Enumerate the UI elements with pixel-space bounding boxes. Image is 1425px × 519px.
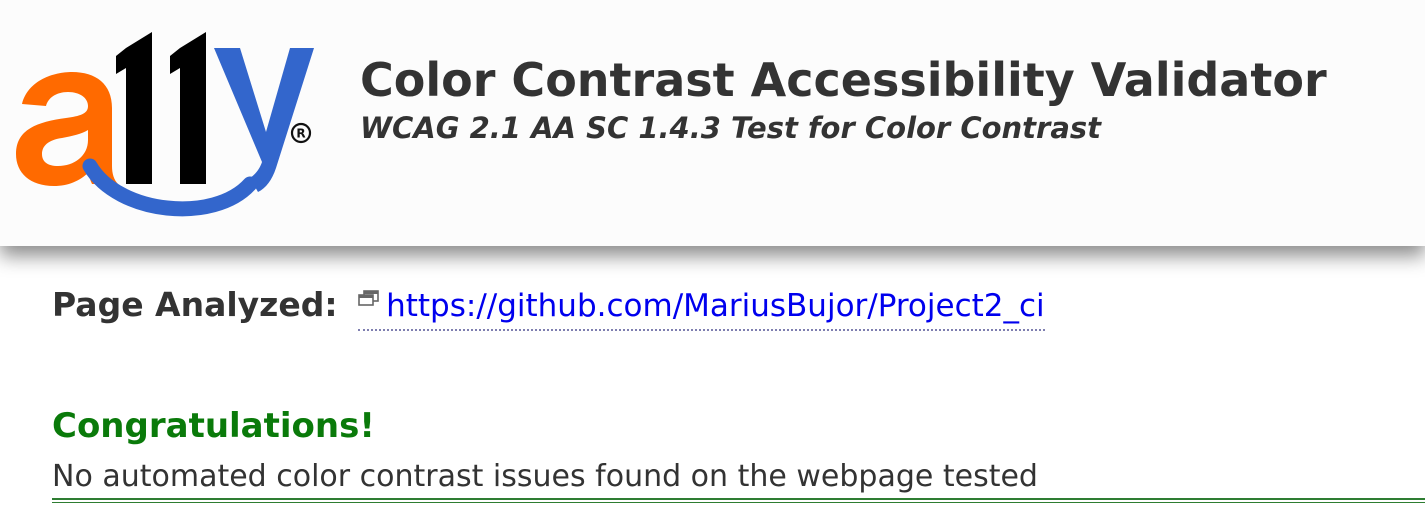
result-message: No automated color contrast issues found… <box>52 459 1038 494</box>
analyzed-url-link-wrapper[interactable]: https://github.com/MariusBujor/Project2_… <box>358 284 1045 331</box>
congratulations-heading: Congratulations! <box>52 406 375 446</box>
site-header: R Color Contrast Accessibility Validator… <box>0 0 1425 246</box>
registered-mark-icon: R <box>290 122 312 144</box>
new-window-icon <box>358 290 379 306</box>
logo-letter-a <box>16 72 118 186</box>
logo-digits-11 <box>116 32 206 184</box>
a11y-logo[interactable]: R <box>14 28 318 218</box>
page-analyzed-label: Page Analyzed: <box>52 285 338 324</box>
page-subtitle: WCAG 2.1 AA SC 1.4.3 Test for Color Cont… <box>360 111 1102 145</box>
page-analyzed-row: Page Analyzed: https://github.com/Marius… <box>52 284 1045 331</box>
svg-text:R: R <box>296 127 305 141</box>
analyzed-url-link[interactable]: https://github.com/MariusBujor/Project2_… <box>386 288 1045 324</box>
result-divider <box>52 498 1425 503</box>
page-title: Color Contrast Accessibility Validator <box>360 53 1327 107</box>
